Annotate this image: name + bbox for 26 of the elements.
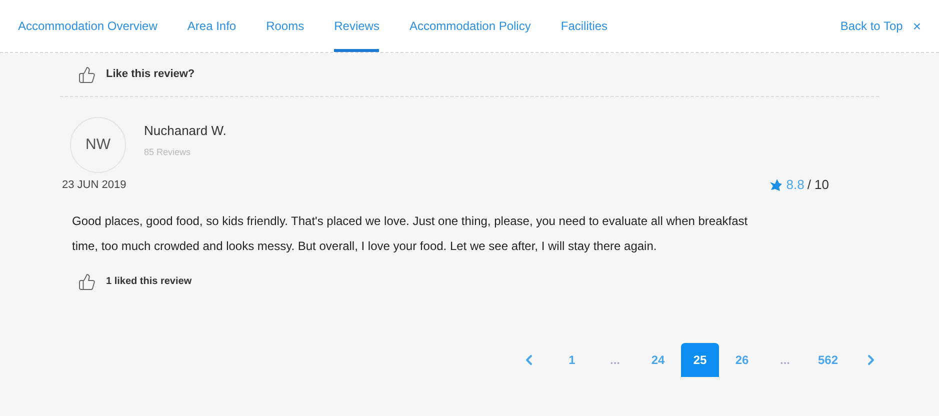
like-count: 1 liked this review xyxy=(106,275,192,289)
nav-tab[interactable]: Accommodation Policy xyxy=(409,0,531,52)
page-ellipsis: ... xyxy=(608,352,621,368)
back-to-top-link[interactable]: Back to Top xyxy=(840,17,903,35)
avatar: NW xyxy=(70,117,126,173)
review-text: Good places, good food, so kids friendly. That's placed we love. Just one thing, please, you need to evaluate all when breakfast time, too much crowded and looks messy. But overall, I love your food. Let we see after, I will stay there again. xyxy=(71,212,749,254)
thumbs-up-icon[interactable] xyxy=(78,66,96,84)
close-button[interactable]: × xyxy=(912,16,921,36)
thumbs-up-icon[interactable] xyxy=(78,272,96,290)
page-button[interactable]: 26 xyxy=(723,342,761,376)
like-prompt[interactable]: Like this review? xyxy=(106,66,195,83)
review-date: 23 JUN 2019 xyxy=(62,178,126,192)
score-max: / 10 xyxy=(807,176,829,194)
page-button[interactable]: 24 xyxy=(639,342,677,376)
reviewer-name: Nuchanard W. xyxy=(144,122,226,140)
page-button[interactable]: 1 xyxy=(553,342,591,376)
page-button[interactable]: 25 xyxy=(681,342,719,376)
nav-tab[interactable]: Reviews xyxy=(334,0,380,52)
nav-tab[interactable]: Rooms xyxy=(266,0,304,52)
nav-tab[interactable]: Accommodation Overview xyxy=(18,0,158,52)
nav-tab[interactable]: Facilities xyxy=(560,0,608,52)
score-value: 8.8 xyxy=(786,176,804,194)
nav-tab[interactable]: Area Info xyxy=(187,0,236,52)
review-count: 85 Reviews xyxy=(144,146,192,159)
page-ellipsis: ... xyxy=(778,352,791,368)
page-button[interactable]: 562 xyxy=(809,342,847,376)
